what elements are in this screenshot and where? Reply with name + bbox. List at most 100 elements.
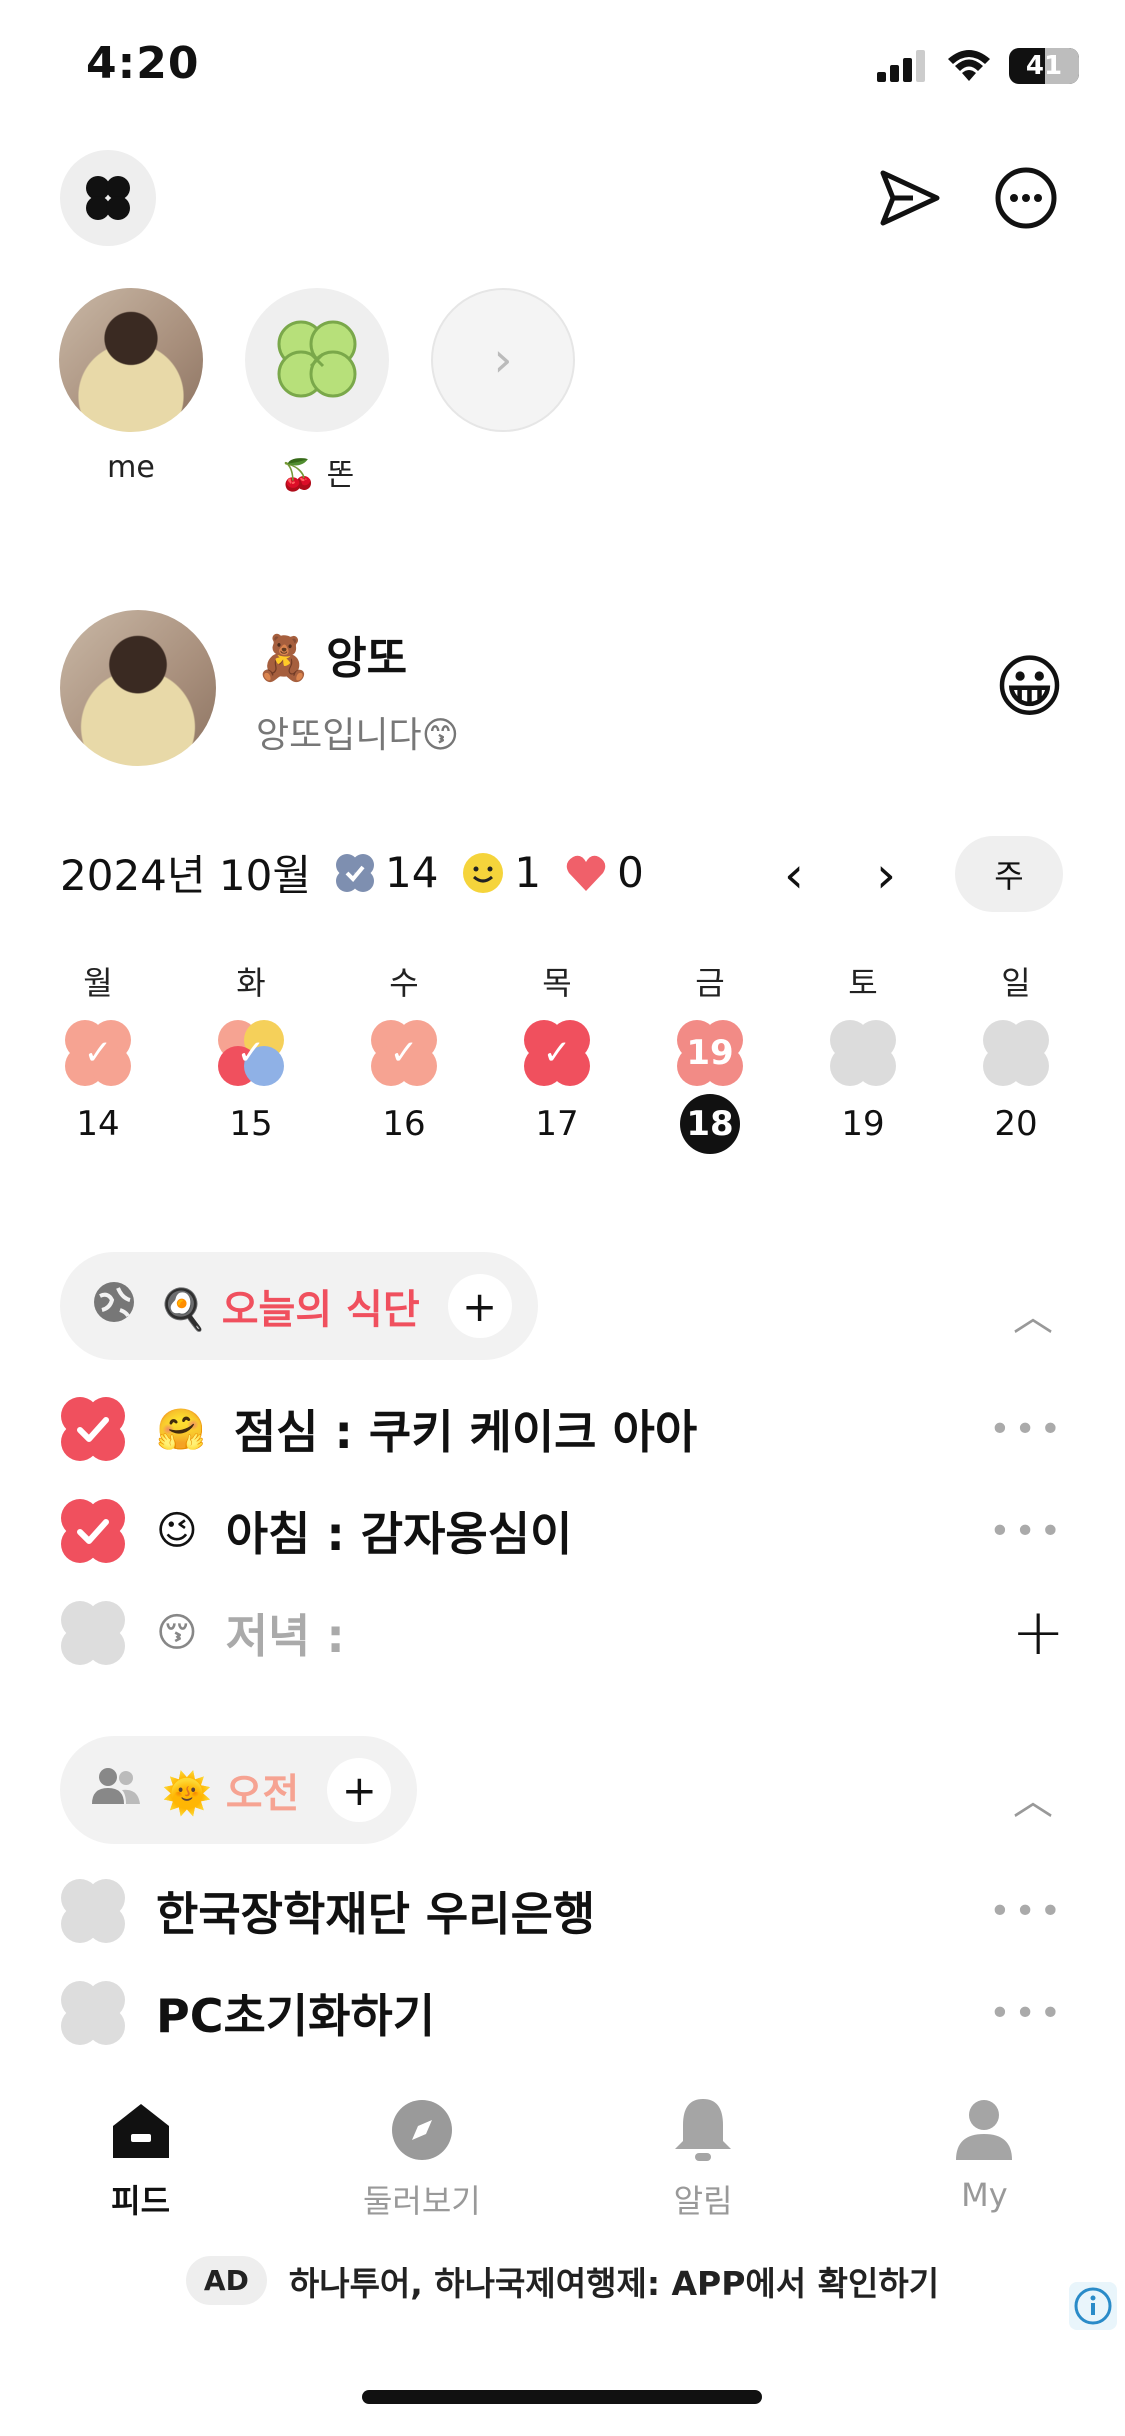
status-icons: 41 <box>877 48 1079 84</box>
avatar <box>59 288 203 432</box>
tab-label: My <box>961 2176 1008 2214</box>
calendar-day[interactable]: 일 20 <box>966 958 1066 1150</box>
done-count: 14 <box>335 848 438 897</box>
tab-label: 피드 <box>111 2182 171 2220</box>
friends-more-button[interactable]: › <box>430 288 576 432</box>
profile-avatar[interactable] <box>60 610 216 766</box>
category-title: 🌞 오전 <box>162 1771 300 1817</box>
todo-item[interactable]: PC초기화하기 ••• <box>60 1978 1065 2048</box>
add-todo-button[interactable]: + <box>447 1274 512 1338</box>
calendar-day[interactable]: 목 ✓ 17 <box>507 958 607 1150</box>
calendar-day[interactable]: 토 19 <box>813 958 913 1150</box>
todo-text: 저녁 : <box>225 1609 345 1663</box>
calendar-day[interactable]: 월 ✓ 14 <box>48 958 148 1150</box>
person-icon <box>844 2090 1125 2170</box>
tab-label: 알림 <box>673 2182 733 2220</box>
more-icon[interactable]: ••• <box>989 1511 1065 1552</box>
today-date-badge: 18 <box>680 1094 740 1154</box>
month-label: 2024년 10월 <box>60 851 311 900</box>
people-icon <box>92 1766 140 1815</box>
collapse-chevron-icon[interactable]: ︿ <box>1013 1768 1053 1826</box>
day-clover-icon: ✓ <box>524 1020 590 1086</box>
todo-emoji: 😚 <box>156 1610 198 1656</box>
day-mark: ✓ <box>389 1033 419 1073</box>
todo-emoji: 🤗 <box>156 1406 206 1453</box>
day-number: 14 <box>76 1104 120 1144</box>
check-clover-icon <box>335 853 374 892</box>
add-icon[interactable]: + <box>1011 1596 1065 1670</box>
more-icon[interactable]: ••• <box>989 1993 1065 2034</box>
chevron-right-icon: › <box>431 288 575 432</box>
tab-my[interactable]: My <box>844 2090 1125 2220</box>
clover-logo-icon <box>86 176 130 220</box>
day-mark: 19 <box>686 1033 734 1073</box>
weekday-label: 화 <box>236 964 266 1002</box>
friend-me[interactable]: me <box>58 288 204 485</box>
send-icon[interactable] <box>872 160 948 236</box>
next-week-button[interactable]: › <box>876 846 896 904</box>
friend-name: me <box>107 450 155 485</box>
profile-name: 🧸 앙또 <box>256 633 408 684</box>
todo-item[interactable]: 😚 저녁 : + <box>60 1596 1065 1670</box>
todo-text: 점심 : 쿠키 케이크 아아 <box>233 1405 698 1459</box>
empty-clover-icon[interactable] <box>60 1600 126 1666</box>
smile-icon <box>463 852 504 893</box>
empty-clover-icon[interactable] <box>60 1980 126 2046</box>
day-mark <box>830 1020 896 1086</box>
day-clover-icon: ✓ <box>65 1020 131 1086</box>
heart-count: 0 <box>565 848 644 897</box>
smile-count: 1 <box>462 848 541 897</box>
calendar-day[interactable]: 금 19 18 <box>660 958 760 1154</box>
day-mark: ✓ <box>236 1033 266 1073</box>
calendar-day[interactable]: 화 ✓ 15 <box>201 958 301 1150</box>
empty-clover-icon[interactable] <box>60 1878 126 1944</box>
tab-feed[interactable]: 피드 <box>0 2090 281 2220</box>
day-mark: ✓ <box>542 1033 572 1073</box>
weekday-label: 월 <box>83 964 113 1002</box>
weekday-label: 일 <box>1001 964 1031 1002</box>
globe-icon <box>92 1280 136 1333</box>
weekday-label: 수 <box>389 964 419 1002</box>
friend-name: 🍒 똔 <box>279 458 355 493</box>
battery-icon: 41 <box>1009 48 1079 84</box>
ad-text: 하나투어, 하나국제여행제: APP에서 확인하기 <box>288 2263 940 2303</box>
category-morning[interactable]: 🌞 오전 + <box>60 1736 418 1844</box>
prev-week-button[interactable]: ‹ <box>784 846 804 904</box>
day-number: 15 <box>229 1104 273 1144</box>
bottom-tab-bar: 피드 둘러보기 알림 My <box>0 2090 1125 2220</box>
info-icon[interactable] <box>1069 2282 1117 2330</box>
day-number: 17 <box>535 1104 579 1144</box>
more-options-icon[interactable] <box>988 160 1064 236</box>
checked-clover-icon[interactable] <box>60 1396 126 1462</box>
category-title: 🍳 오늘의 식단 <box>158 1287 420 1333</box>
logo-button[interactable] <box>60 150 156 246</box>
collapse-chevron-icon[interactable]: ︿ <box>1013 1284 1053 1342</box>
add-todo-button[interactable]: + <box>327 1758 392 1822</box>
category-meal[interactable]: 🍳 오늘의 식단 + <box>60 1252 538 1360</box>
more-icon[interactable]: ••• <box>989 1409 1065 1450</box>
view-toggle-button[interactable]: 주 <box>955 836 1063 912</box>
home-indicator <box>362 2390 762 2404</box>
day-clover-icon <box>830 1020 896 1086</box>
tab-notifications[interactable]: 알림 <box>563 2090 844 2220</box>
day-clover-icon: 19 <box>677 1020 743 1086</box>
todo-item[interactable]: 🤗 점심 : 쿠키 케이크 아아 ••• <box>60 1394 1065 1464</box>
tab-explore[interactable]: 둘러보기 <box>281 2090 562 2220</box>
friend-ddon[interactable]: 🍒 똔 <box>244 288 390 494</box>
calendar-day[interactable]: 수 ✓ 16 <box>354 958 454 1150</box>
todo-item[interactable]: 😉 아침 : 감자옹심이 ••• <box>60 1496 1065 1566</box>
ad-banner[interactable]: AD 하나투어, 하나국제여행제: APP에서 확인하기 <box>0 2256 1125 2305</box>
signal-icon <box>877 50 925 82</box>
clover-avatar-icon <box>277 320 357 398</box>
mood-emoji[interactable]: 😀 <box>994 648 1065 727</box>
todo-item[interactable]: 한국장학재단 우리은행 ••• <box>60 1876 1065 1946</box>
heart-icon <box>566 855 606 891</box>
weekday-label: 금 <box>695 964 725 1002</box>
bell-icon <box>563 2090 844 2170</box>
checked-clover-icon[interactable] <box>60 1498 126 1564</box>
home-icon <box>0 2090 281 2170</box>
day-clover-icon: ✓ <box>218 1020 284 1086</box>
profile-bio: 앙또입니다😙 <box>256 715 460 756</box>
more-icon[interactable]: ••• <box>989 1891 1065 1932</box>
weekday-label: 목 <box>542 964 572 1002</box>
